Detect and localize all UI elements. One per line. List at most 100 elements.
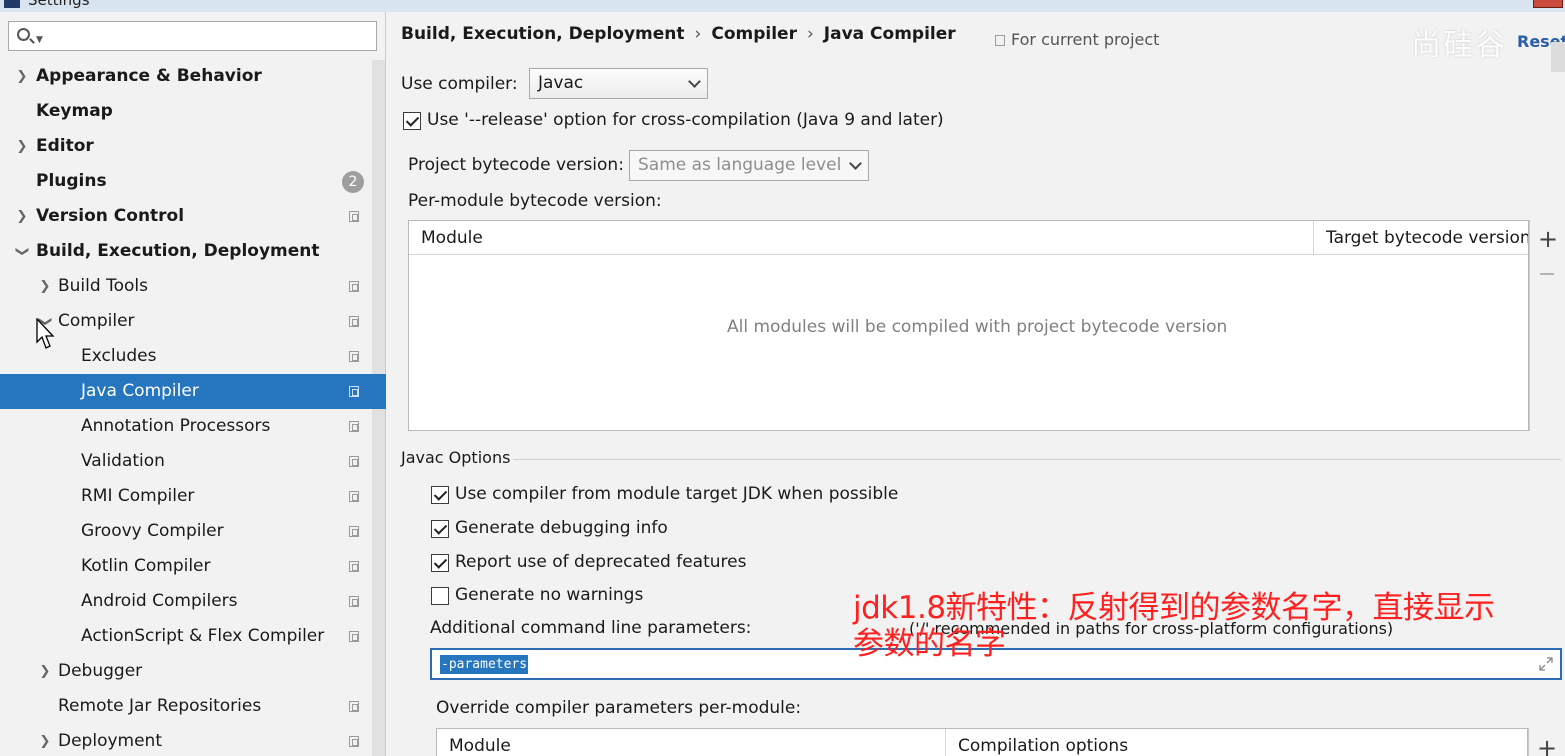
project-scope-icon xyxy=(349,386,359,397)
chevron-right-icon[interactable]: ❯ xyxy=(38,724,52,756)
search-input[interactable]: ▼ xyxy=(8,21,377,51)
use-compiler-value: Javac xyxy=(538,73,584,93)
breadcrumb-item: Java Compiler xyxy=(823,24,956,44)
table-header: Module Target bytecode version xyxy=(409,221,1528,255)
project-scope-icon xyxy=(349,561,359,572)
chevron-right-icon[interactable]: ❯ xyxy=(15,129,29,164)
sidebar-item-debugger[interactable]: ❯ Debugger xyxy=(0,654,372,689)
section-divider xyxy=(513,459,1561,460)
deprecated-features-checkbox[interactable] xyxy=(431,554,449,572)
project-scope-icon xyxy=(995,35,1005,46)
sidebar-item-editor[interactable]: ❯ Editor xyxy=(0,129,372,164)
additional-params-label: Additional command line parameters: xyxy=(430,618,752,638)
column-header-target-bytecode[interactable]: Target bytecode version xyxy=(1313,221,1528,255)
table-toolbar: + xyxy=(1529,220,1565,431)
add-icon[interactable]: + xyxy=(1538,227,1558,251)
window-title: Settings xyxy=(28,0,90,9)
sidebar-item-actionscript-flex-compiler[interactable]: ActionScript & Flex Compiler xyxy=(0,619,372,654)
sidebar-item-annotation-processors[interactable]: Annotation Processors xyxy=(0,409,372,444)
sidebar-item-label: Version Control xyxy=(36,206,185,226)
override-params-table[interactable]: Module Compilation options xyxy=(436,728,1528,756)
release-option-label: Use '--release' option for cross-compila… xyxy=(427,110,944,130)
sidebar-item-remote-jar-repositories[interactable]: Remote Jar Repositories xyxy=(0,689,372,724)
no-warnings-label: Generate no warnings xyxy=(455,585,644,605)
sidebar-item-label: Annotation Processors xyxy=(81,416,271,436)
app-icon xyxy=(4,0,20,8)
sidebar-item-label: Kotlin Compiler xyxy=(81,556,211,576)
annotation-line: jdk1.8新特性：反射得到的参数名字，直接显示 xyxy=(853,590,1495,626)
chevron-right-icon[interactable]: ❯ xyxy=(38,654,52,689)
sidebar-item-label: Java Compiler xyxy=(81,381,199,401)
use-compiler-label: Use compiler: xyxy=(401,74,518,94)
use-compiler-select[interactable]: Javac xyxy=(529,68,708,99)
javac-options-title: Javac Options xyxy=(401,448,511,467)
sidebar-item-label: Excludes xyxy=(81,346,157,366)
for-current-project-note: For current project xyxy=(995,30,1159,49)
project-scope-icon xyxy=(349,421,359,432)
table-empty-text: All modules will be compiled with projec… xyxy=(727,317,1228,337)
bytecode-version-label: Project bytecode version: xyxy=(408,155,624,175)
content-scrollbar[interactable] xyxy=(1551,42,1565,72)
breadcrumb-item[interactable]: Build, Execution, Deployment xyxy=(401,24,685,44)
sidebar-item-plugins[interactable]: Plugins 2 xyxy=(0,164,372,199)
chevron-right-icon[interactable]: ❯ xyxy=(15,199,29,234)
sidebar-item-label: Keymap xyxy=(36,101,113,121)
table-toolbar: + xyxy=(1528,728,1565,756)
bytecode-version-value: Same as language level xyxy=(638,155,842,175)
search-history-icon[interactable]: ▼ xyxy=(36,35,43,45)
use-module-jdk-label: Use compiler from module target JDK when… xyxy=(455,484,899,504)
sidebar-item-label: Compiler xyxy=(58,311,135,331)
breadcrumb-item[interactable]: Compiler xyxy=(711,24,797,44)
search-icon xyxy=(17,28,30,41)
breadcrumb-separator: › xyxy=(806,24,814,44)
debugging-info-checkbox[interactable] xyxy=(431,520,449,538)
sidebar-item-appearance-behavior[interactable]: ❯ Appearance & Behavior xyxy=(0,59,372,94)
debugging-info-label: Generate debugging info xyxy=(455,518,668,538)
sidebar-item-android-compilers[interactable]: Android Compilers xyxy=(0,584,372,619)
chevron-right-icon[interactable]: ❯ xyxy=(38,269,52,304)
sidebar-item-label: Validation xyxy=(81,451,165,471)
per-module-bytecode-table[interactable]: Module Target bytecode version All modul… xyxy=(408,220,1529,431)
project-scope-icon xyxy=(349,631,359,642)
breadcrumb: Build, Execution, Deployment › Compiler › Ja… xyxy=(401,24,956,44)
override-params-label: Override compiler parameters per-module: xyxy=(436,698,802,718)
per-module-bytecode-label: Per-module bytecode version: xyxy=(408,191,662,211)
chevron-down-icon[interactable]: ❯ xyxy=(5,245,40,259)
project-scope-icon xyxy=(349,281,359,292)
remove-icon[interactable] xyxy=(1540,273,1554,275)
project-scope-icon xyxy=(349,351,359,362)
add-icon[interactable]: + xyxy=(1537,736,1557,756)
column-header-compilation-options[interactable]: Compilation options xyxy=(945,729,1527,756)
project-scope-icon xyxy=(349,596,359,607)
annotation-line: 参数的名字 xyxy=(853,626,1006,662)
no-warnings-checkbox[interactable] xyxy=(431,587,449,605)
watermark-logo: 尚硅谷 xyxy=(1411,28,1507,63)
sidebar-item-java-compiler[interactable]: Java Compiler xyxy=(0,374,386,409)
sidebar-item-kotlin-compiler[interactable]: Kotlin Compiler xyxy=(0,549,372,584)
sidebar-item-label: RMI Compiler xyxy=(81,486,195,506)
sidebar-item-label: Debugger xyxy=(58,661,143,681)
use-module-jdk-checkbox[interactable] xyxy=(431,486,449,504)
sidebar-item-groovy-compiler[interactable]: Groovy Compiler xyxy=(0,514,372,549)
sidebar-item-label: Deployment xyxy=(58,731,162,751)
sidebar-item-label: Remote Jar Repositories xyxy=(58,696,262,716)
bytecode-version-select[interactable]: Same as language level xyxy=(629,150,869,181)
updates-badge: 2 xyxy=(342,171,364,193)
chevron-right-icon[interactable]: ❯ xyxy=(15,59,29,94)
sidebar-item-rmi-compiler[interactable]: RMI Compiler xyxy=(0,479,372,514)
sidebar-item-label: Appearance & Behavior xyxy=(36,66,262,86)
sidebar-item-label: ActionScript & Flex Compiler xyxy=(81,626,325,646)
sidebar-item-deployment[interactable]: ❯ Deployment xyxy=(0,724,372,756)
chevron-down-icon xyxy=(688,75,701,88)
release-option-checkbox[interactable] xyxy=(403,112,421,130)
close-button[interactable] xyxy=(1533,0,1563,8)
sidebar-item-build-execution-deployment[interactable]: ❯ Build, Execution, Deployment xyxy=(0,234,372,269)
column-header-module[interactable]: Module xyxy=(409,221,1313,255)
column-header-module[interactable]: Module xyxy=(437,729,945,756)
chevron-down-icon xyxy=(849,157,862,170)
sidebar-item-label: Build, Execution, Deployment xyxy=(36,241,320,261)
sidebar-item-build-tools[interactable]: ❯ Build Tools xyxy=(0,269,372,304)
sidebar-item-validation[interactable]: Validation xyxy=(0,444,372,479)
sidebar-item-version-control[interactable]: ❯ Version Control xyxy=(0,199,372,234)
sidebar-item-keymap[interactable]: Keymap xyxy=(0,94,372,129)
